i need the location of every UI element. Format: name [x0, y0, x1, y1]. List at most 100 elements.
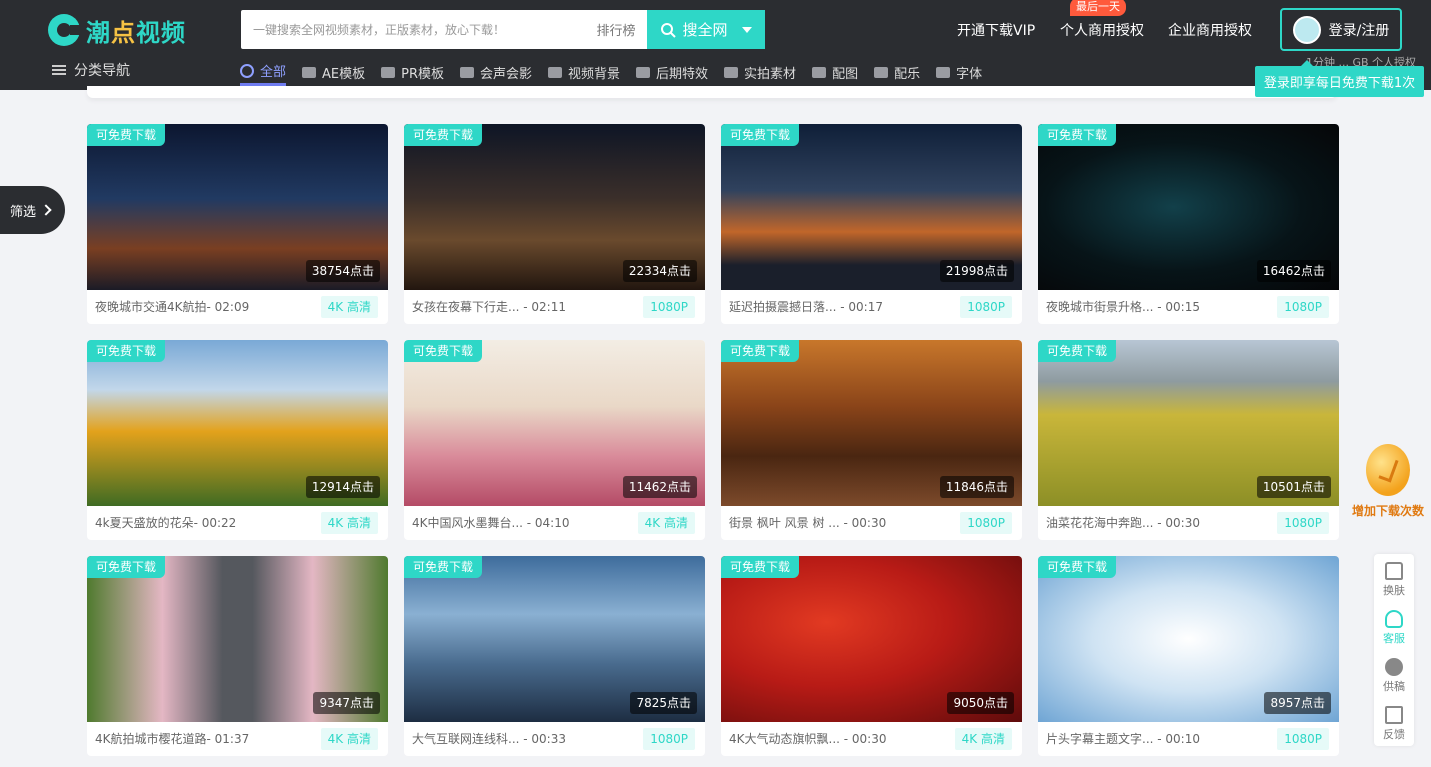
image-icon [548, 66, 563, 78]
filter-label: 筛选 [10, 204, 37, 220]
quality-badge: 4K 高清 [954, 728, 1012, 750]
pr-icon [381, 66, 396, 78]
click-count: 21998点击 [939, 260, 1014, 282]
login-promo-tooltip[interactable]: 登录即享每日免费下载1次 [1255, 60, 1424, 97]
video-card[interactable]: 可免费下载 8957点击 片头字幕主题文字... - 00:10 1080P [1038, 556, 1339, 756]
login-button[interactable]: 登录/注册 [1280, 8, 1402, 51]
filter-panel-edge [87, 86, 1337, 98]
video-title[interactable]: 夜晚城市交通4K航拍- 02:09 [95, 298, 249, 315]
search-icon [240, 63, 254, 78]
avatar [1292, 15, 1321, 44]
coin-button[interactable] [1362, 444, 1410, 500]
chevron-right-icon [40, 204, 52, 216]
click-count: 9050点击 [947, 692, 1014, 714]
quality-badge: 4K 高清 [320, 296, 378, 318]
click-count: 9347点击 [313, 692, 380, 714]
tab-all[interactable]: 全部 [240, 58, 287, 86]
video-card[interactable]: 可免费下载 10501点击 油菜花花海中奔跑... - 00:30 1080P [1038, 340, 1339, 540]
video-icon [460, 66, 474, 78]
tab-ae[interactable]: AE模板 [302, 58, 365, 86]
personal-license-link[interactable]: 个人商用授权 [1060, 20, 1144, 40]
quality-badge: 1080P [960, 512, 1012, 534]
free-badge: 可免费下载 [404, 340, 483, 362]
coin-icon [1366, 444, 1410, 496]
video-title[interactable]: 4k夏天盛放的花朵- 00:22 [95, 514, 236, 531]
feedback-button[interactable]: 反馈 [1374, 702, 1414, 746]
free-badge: 可免费下载 [1038, 556, 1117, 578]
ae-icon [302, 66, 317, 78]
video-card[interactable]: 可免费下载 16462点击 夜晚城市街景升格... - 00:15 1080P [1038, 124, 1339, 324]
video-card[interactable]: 可免费下载 38754点击 夜晚城市交通4K航拍- 02:09 4K 高清 [87, 124, 388, 324]
customer-service-button[interactable]: 客服 [1374, 606, 1414, 650]
music-icon [874, 66, 889, 78]
tab-music[interactable]: 配乐 [874, 58, 920, 86]
tab-fonts[interactable]: 字体 [936, 58, 982, 86]
quality-badge: 4K 高清 [320, 512, 378, 534]
quality-badge: 1080P [960, 296, 1012, 318]
video-title[interactable]: 4K大气动态旗帜飘... - 00:30 [729, 730, 887, 747]
search-input[interactable] [241, 10, 585, 49]
click-count: 10501点击 [1256, 476, 1331, 498]
video-title[interactable]: 女孩在夜幕下行走... - 02:11 [412, 298, 566, 315]
contribute-button[interactable]: 供稿 [1374, 654, 1414, 698]
tab-effects[interactable]: 后期特效 [636, 58, 708, 86]
tab-huisheng[interactable]: 会声会影 [460, 58, 532, 86]
video-card[interactable]: 可免费下载 7825点击 大气互联网连线科... - 00:33 1080P [404, 556, 705, 756]
video-title[interactable]: 4K中国风水墨舞台... - 04:10 [412, 514, 570, 531]
free-badge: 可免费下载 [1038, 124, 1117, 146]
hot-badge: 最后一天 [1070, 0, 1126, 16]
logo-icon [48, 14, 82, 46]
free-badge: 可免费下载 [404, 124, 483, 146]
chevron-down-icon [741, 26, 752, 33]
logo-text: 潮点视频 [86, 18, 186, 47]
tab-bg[interactable]: 视频背景 [548, 58, 620, 86]
effect-icon [636, 66, 651, 78]
search-icon [661, 22, 677, 38]
video-title[interactable]: 延迟拍摄震撼日落... - 00:17 [729, 298, 883, 315]
shirt-icon [1385, 562, 1403, 580]
video-card[interactable]: 可免费下载 22334点击 女孩在夜幕下行走... - 02:11 1080P [404, 124, 705, 324]
side-toolbar: 换肤 客服 供稿 反馈 [1374, 554, 1414, 746]
quality-badge: 1080P [643, 728, 695, 750]
video-title[interactable]: 4K航拍城市樱花道路- 01:37 [95, 730, 249, 747]
free-badge: 可免费下载 [721, 340, 800, 362]
video-title[interactable]: 夜晚城市街景升格... - 00:15 [1046, 298, 1200, 315]
enterprise-license-link[interactable]: 企业商用授权 [1168, 20, 1252, 40]
category-nav[interactable]: 分类导航 [52, 60, 130, 80]
ranking-link[interactable]: 排行榜 [585, 10, 647, 49]
camera-icon [724, 66, 739, 78]
picture-icon [812, 66, 827, 78]
video-title[interactable]: 大气互联网连线科... - 00:33 [412, 730, 566, 747]
click-count: 16462点击 [1256, 260, 1331, 282]
tab-pictures[interactable]: 配图 [812, 58, 858, 86]
increase-downloads-label[interactable]: 增加下载次数 [1352, 502, 1424, 519]
edit-icon [1385, 706, 1403, 724]
quality-badge: 4K 高清 [320, 728, 378, 750]
tab-pr[interactable]: PR模板 [381, 58, 444, 86]
video-card[interactable]: 可免费下载 11846点击 街景 枫叶 风景 树 ... - 00:30 108… [721, 340, 1022, 540]
click-count: 8957点击 [1264, 692, 1331, 714]
click-count: 7825点击 [630, 692, 697, 714]
vip-link[interactable]: 开通下载VIP [957, 20, 1035, 40]
free-badge: 可免费下载 [87, 340, 166, 362]
site-logo[interactable]: 潮点视频 [48, 12, 186, 48]
quality-badge: 1080P [1277, 296, 1329, 318]
free-badge: 可免费下载 [721, 556, 800, 578]
video-card[interactable]: 可免费下载 11462点击 4K中国风水墨舞台... - 04:10 4K 高清 [404, 340, 705, 540]
video-card[interactable]: 可免费下载 9050点击 4K大气动态旗帜飘... - 00:30 4K 高清 [721, 556, 1022, 756]
tab-footage[interactable]: 实拍素材 [724, 58, 796, 86]
video-title[interactable]: 片头字幕主题文字... - 00:10 [1046, 730, 1200, 747]
free-badge: 可免费下载 [404, 556, 483, 578]
search-button[interactable]: 搜全网 [647, 10, 765, 49]
click-count: 38754点击 [305, 260, 380, 282]
filter-toggle[interactable]: 筛选 [0, 186, 65, 234]
video-title[interactable]: 油菜花花海中奔跑... - 00:30 [1046, 514, 1200, 531]
video-card[interactable]: 可免费下载 9347点击 4K航拍城市樱花道路- 01:37 4K 高清 [87, 556, 388, 756]
video-card[interactable]: 可免费下载 12914点击 4k夏天盛放的花朵- 00:22 4K 高清 [87, 340, 388, 540]
category-tabs: 全部 AE模板 PR模板 会声会影 视频背景 后期特效 实拍素材 配图 配乐 字… [240, 58, 998, 86]
click-count: 22334点击 [622, 260, 697, 282]
video-card[interactable]: 可免费下载 21998点击 延迟拍摄震撼日落... - 00:17 1080P [721, 124, 1022, 324]
category-nav-label: 分类导航 [74, 63, 130, 79]
video-title[interactable]: 街景 枫叶 风景 树 ... - 00:30 [729, 514, 886, 531]
skin-button[interactable]: 换肤 [1374, 558, 1414, 602]
